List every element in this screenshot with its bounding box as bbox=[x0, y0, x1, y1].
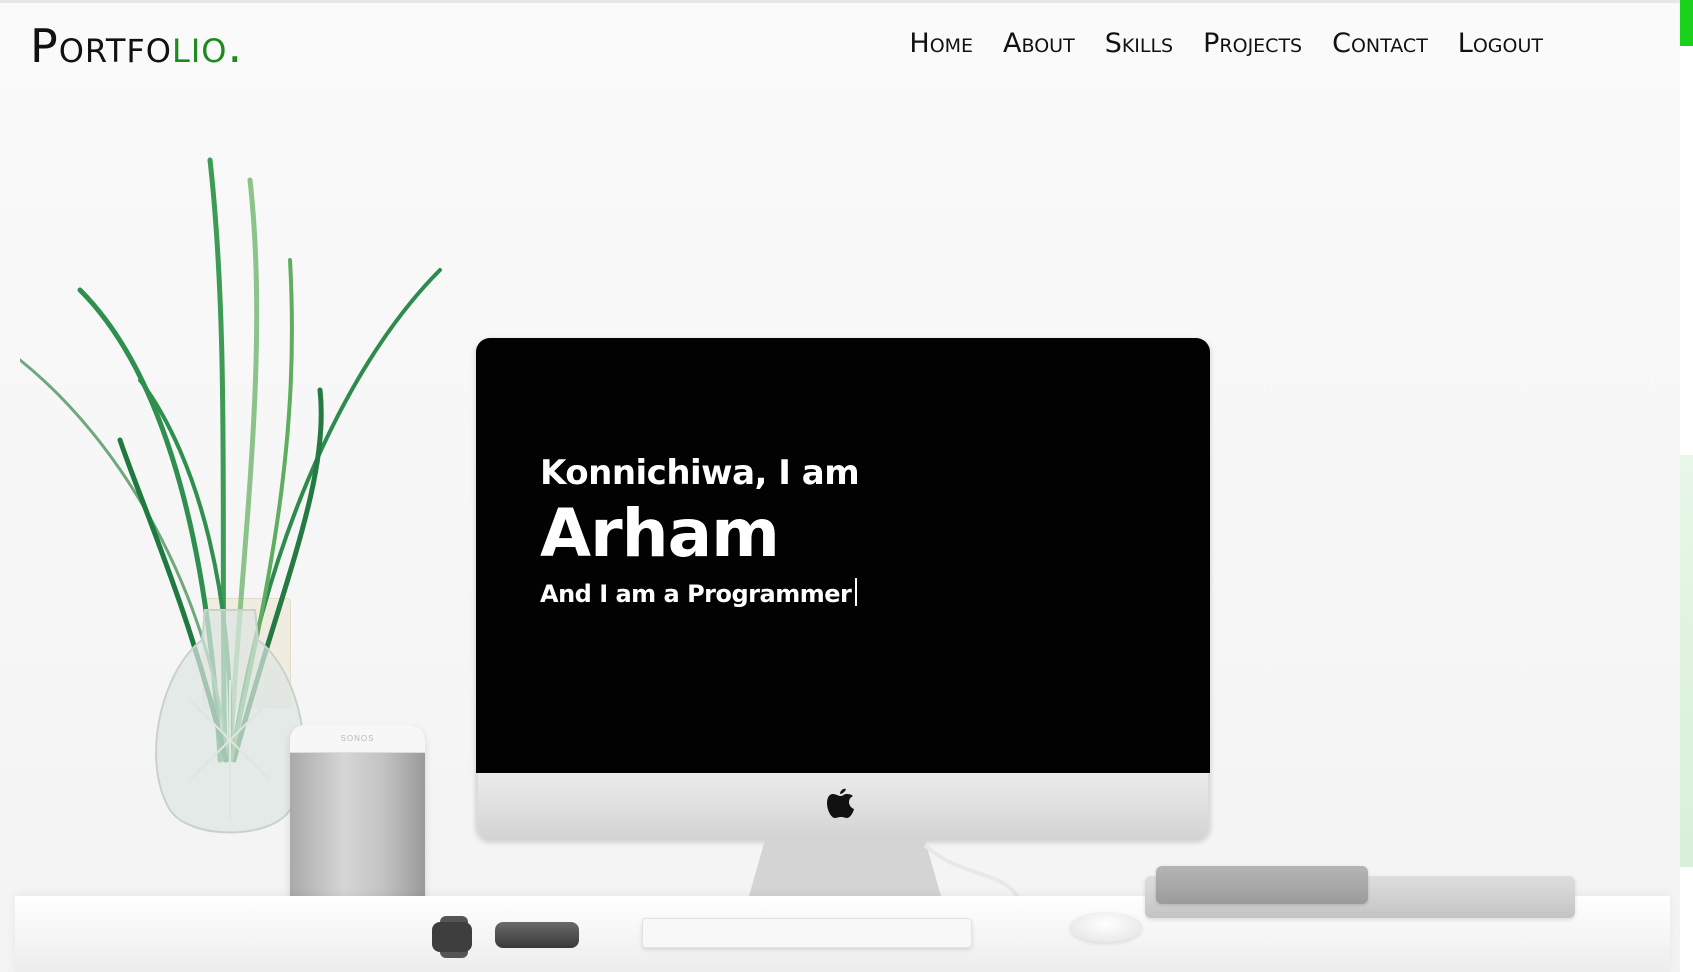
speaker-brand: SONOS bbox=[290, 725, 425, 753]
keyboard bbox=[642, 918, 972, 948]
nav-skills[interactable]: Skills bbox=[1105, 28, 1173, 59]
scrollbar-track-highlight bbox=[1680, 455, 1693, 867]
nav-logout[interactable]: Logout bbox=[1458, 28, 1543, 59]
page: SONOS Konnichiwa, I am Arham And I am a … bbox=[0, 0, 1693, 972]
typing-cursor bbox=[855, 578, 858, 606]
scrollbar-thumb[interactable] bbox=[1680, 0, 1693, 46]
nav-about[interactable]: About bbox=[1003, 28, 1075, 59]
hero-role-text: And I am a Programmer bbox=[540, 580, 852, 608]
main-nav: Home About Skills Projects Contact Logou… bbox=[909, 28, 1543, 59]
hero-greeting: Konnichiwa, I am bbox=[540, 453, 860, 493]
logo-accent: lio. bbox=[171, 19, 244, 73]
hero-role: And I am a Programmer bbox=[540, 574, 859, 614]
hero-name: Arham bbox=[540, 495, 780, 572]
nav-home[interactable]: Home bbox=[909, 28, 973, 59]
watch bbox=[432, 916, 472, 958]
tablet bbox=[1156, 866, 1368, 904]
phone bbox=[495, 922, 579, 948]
apple-logo-icon bbox=[827, 788, 854, 818]
nav-contact[interactable]: Contact bbox=[1332, 28, 1428, 59]
speaker: SONOS bbox=[290, 725, 425, 911]
hero-text: Konnichiwa, I am Arham And I am a Progra… bbox=[540, 452, 860, 614]
nav-projects[interactable]: Projects bbox=[1203, 28, 1302, 59]
mouse bbox=[1070, 912, 1142, 942]
top-border bbox=[0, 0, 1693, 3]
logo-main: Portfo bbox=[30, 19, 172, 73]
site-logo[interactable]: Portfolio. bbox=[30, 18, 243, 74]
